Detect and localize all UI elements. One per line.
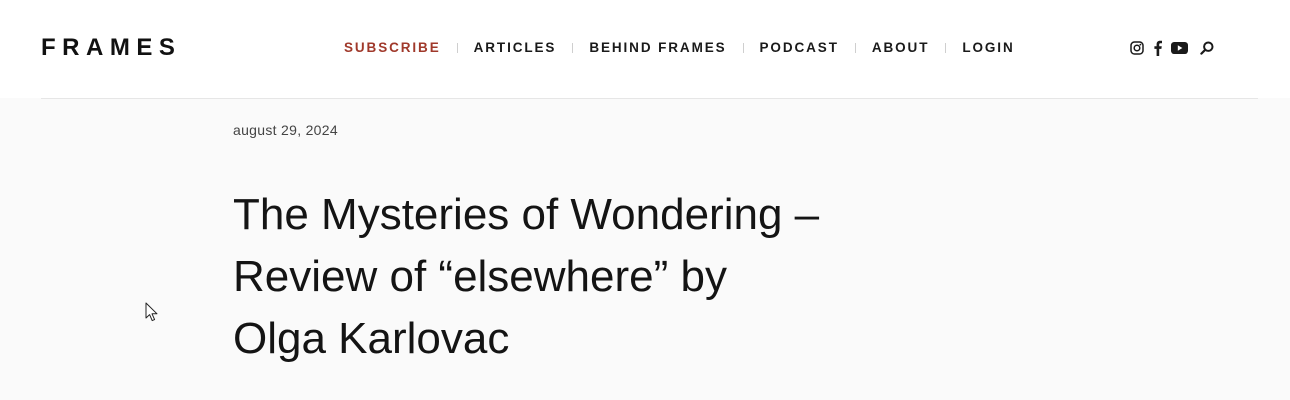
article-title: The Mysteries of Wondering – Review of “… bbox=[233, 184, 913, 370]
youtube-icon[interactable] bbox=[1171, 42, 1188, 55]
article-date: august 29, 2024 bbox=[233, 122, 338, 138]
nav-separator bbox=[456, 43, 458, 53]
search-icon[interactable] bbox=[1199, 41, 1214, 56]
facebook-icon[interactable] bbox=[1153, 40, 1162, 56]
main-nav: SUBSCRIBE ARTICLES BEHIND FRAMES PODCAST… bbox=[344, 38, 1015, 58]
nav-articles[interactable]: ARTICLES bbox=[474, 38, 557, 58]
social-icons bbox=[1129, 38, 1214, 58]
header-divider bbox=[41, 98, 1258, 99]
article-title-line: Review of “elsewhere” by bbox=[233, 252, 727, 301]
instagram-icon[interactable] bbox=[1129, 41, 1144, 56]
nav-behind-frames[interactable]: BEHIND FRAMES bbox=[589, 38, 726, 58]
site-header: FRAMES SUBSCRIBE ARTICLES BEHIND FRAMES … bbox=[0, 0, 1290, 98]
article-title-line: The Mysteries of Wondering – bbox=[233, 190, 820, 239]
nav-about[interactable]: ABOUT bbox=[872, 38, 930, 58]
nav-separator bbox=[854, 43, 856, 53]
nav-login[interactable]: LOGIN bbox=[962, 38, 1014, 58]
nav-podcast[interactable]: PODCAST bbox=[760, 38, 839, 58]
nav-separator bbox=[572, 43, 574, 53]
article-title-line: Olga Karlovac bbox=[233, 314, 510, 363]
mouse-cursor-icon bbox=[145, 302, 159, 327]
nav-separator bbox=[945, 43, 947, 53]
site-logo[interactable]: FRAMES bbox=[41, 34, 181, 62]
nav-subscribe[interactable]: SUBSCRIBE bbox=[344, 38, 441, 58]
nav-separator bbox=[742, 43, 744, 53]
